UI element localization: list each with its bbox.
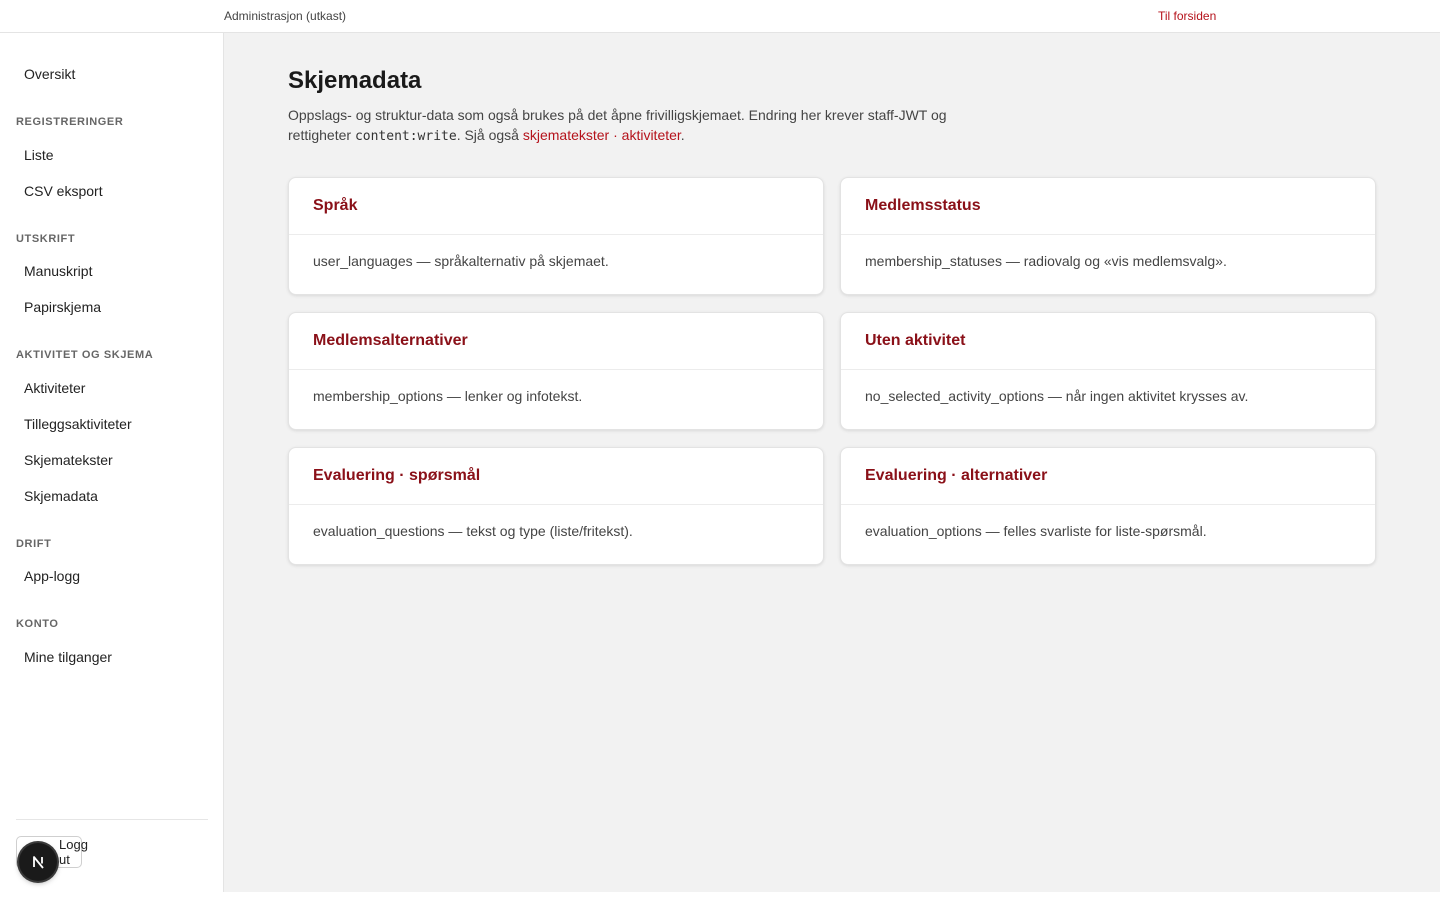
page-title: Skjemadata: [288, 67, 422, 94]
card-title: Medlemsalternativer: [313, 332, 468, 349]
sidebar-item-app-logg[interactable]: App-logg: [24, 568, 80, 584]
card-header: Medlemsstatus: [841, 178, 1375, 235]
aktiviteter-link[interactable]: aktiviteter: [622, 127, 681, 143]
card-description: membership_options — lenker og infotekst…: [313, 388, 583, 404]
main-content: Skjemadata Oppslags- og struktur-data so…: [224, 33, 1440, 892]
link-separator: ·: [609, 127, 622, 143]
permission-code: content:write: [354, 129, 457, 144]
sidebar-section-utskrift: UTSKRIFT: [16, 233, 76, 245]
card-uten-aktivitet[interactable]: Uten aktivitet no_selected_activity_opti…: [840, 312, 1376, 430]
sidebar-item-oversikt[interactable]: Oversikt: [24, 66, 75, 82]
nextjs-dev-badge[interactable]: [19, 843, 57, 881]
card-title: Uten aktivitet: [865, 332, 966, 349]
sidebar-item-tilleggsaktiviteter[interactable]: Tilleggsaktiviteter: [24, 416, 132, 432]
intro-text: . Sjå også: [456, 127, 523, 143]
sidebar-item-liste[interactable]: Liste: [24, 147, 54, 163]
sidebar-item-mine-tilganger[interactable]: Mine tilganger: [24, 649, 112, 665]
sidebar-section-registreringer: REGISTRERINGER: [16, 116, 124, 128]
card-medlemsalternativer[interactable]: Medlemsalternativer membership_options —…: [288, 312, 824, 430]
card-title: Evaluering · alternativer: [865, 467, 1048, 484]
top-bar: Administrasjon (utkast) Til forsiden: [0, 0, 1440, 33]
card-header: Medlemsalternativer: [289, 313, 823, 370]
sidebar-divider: [16, 819, 208, 820]
card-header: Språk: [289, 178, 823, 235]
app-title: Administrasjon (utkast): [224, 9, 347, 23]
sidebar: Oversikt REGISTRERINGER Liste CSV ekspor…: [0, 33, 224, 892]
card-description: user_languages — språkalternativ på skje…: [313, 253, 609, 269]
sidebar-item-csv-eksport[interactable]: CSV eksport: [24, 183, 103, 199]
intro-text: .: [680, 127, 685, 143]
card-title: Medlemsstatus: [865, 197, 981, 214]
sidebar-item-skjemadata[interactable]: Skjemadata: [24, 488, 98, 504]
nextjs-icon: [33, 856, 44, 869]
card-description: membership_statuses — radiovalg og «vis …: [865, 253, 1227, 269]
card-medlemsstatus[interactable]: Medlemsstatus membership_statuses — radi…: [840, 177, 1376, 295]
sidebar-item-manuskript[interactable]: Manuskript: [24, 263, 92, 279]
bottom-strip: [0, 892, 1440, 900]
sidebar-section-konto: KONTO: [16, 618, 59, 630]
card-header: Uten aktivitet: [841, 313, 1375, 370]
sidebar-section-aktivitet-og-skjema: AKTIVITET OG SKJEMA: [16, 349, 154, 361]
skjematekster-link[interactable]: skjematekster: [523, 127, 609, 143]
card-evaluering-alternativer[interactable]: Evaluering · alternativer evaluation_opt…: [840, 447, 1376, 565]
sidebar-item-skjematekster[interactable]: Skjematekster: [24, 452, 113, 468]
card-header: Evaluering · spørsmål: [289, 448, 823, 505]
sidebar-item-papirskjema[interactable]: Papirskjema: [24, 299, 101, 315]
card-header: Evaluering · alternativer: [841, 448, 1375, 505]
card-description: no_selected_activity_options — når ingen…: [865, 388, 1249, 404]
page-intro: Oppslags- og struktur-data som også bruk…: [288, 105, 968, 147]
sidebar-item-aktiviteter[interactable]: Aktiviteter: [24, 380, 85, 396]
card-title: Evaluering · spørsmål: [313, 467, 481, 484]
home-link[interactable]: Til forsiden: [1158, 9, 1216, 23]
card-evaluering-sporsmal[interactable]: Evaluering · spørsmål evaluation_questio…: [288, 447, 824, 565]
card-description: evaluation_options — felles svarliste fo…: [865, 523, 1207, 539]
sidebar-section-drift: DRIFT: [16, 538, 52, 550]
card-sprak[interactable]: Språk user_languages — språkalternativ p…: [288, 177, 824, 295]
card-title: Språk: [313, 197, 358, 214]
card-description: evaluation_questions — tekst og type (li…: [313, 523, 633, 539]
